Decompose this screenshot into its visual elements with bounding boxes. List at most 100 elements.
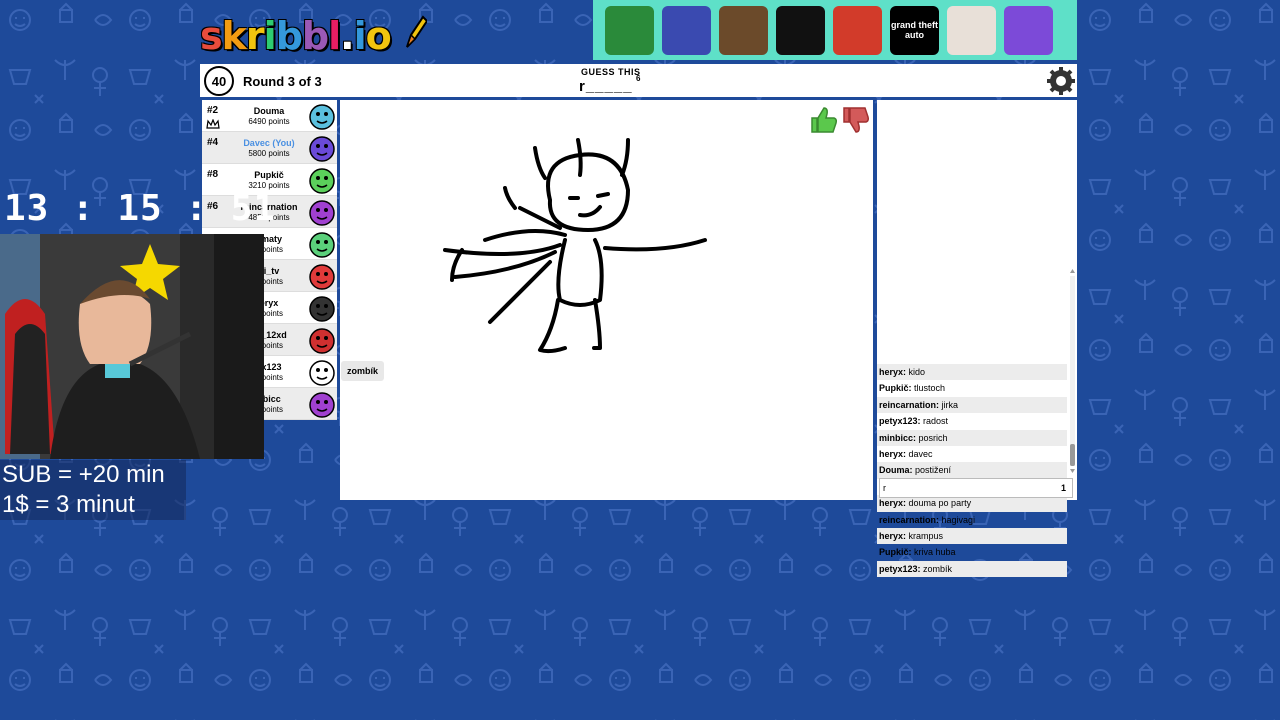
chat-text: kriva huba bbox=[914, 547, 956, 558]
player-name: Douma bbox=[253, 106, 285, 116]
thumbs-up-icon[interactable] bbox=[808, 104, 838, 134]
chat-text: posrich bbox=[918, 432, 948, 443]
chat-message: heryx: krampus bbox=[877, 527, 1067, 545]
ad-game-tile[interactable] bbox=[776, 5, 825, 55]
round-timer: 40 bbox=[204, 66, 234, 96]
player-drawing bbox=[443, 138, 707, 354]
chat-message: Douma: postižení bbox=[877, 462, 1067, 479]
chat-input-value: r bbox=[883, 483, 886, 493]
player-row[interactable]: #2 Douma 6490 points bbox=[202, 100, 337, 132]
guess-bubble: zombík bbox=[341, 361, 385, 381]
chat-user: heryx: bbox=[879, 367, 907, 377]
player-rank: #4 bbox=[207, 137, 219, 148]
thumbs-down-icon[interactable] bbox=[840, 106, 870, 136]
logo-letter: i bbox=[263, 14, 277, 58]
chat-text: tlustoch bbox=[914, 383, 946, 394]
logo-letter: skribbl.io bbox=[200, 14, 392, 58]
chat-text: kido bbox=[908, 367, 926, 377]
rating-buttons bbox=[808, 104, 872, 134]
ad-game-tile[interactable] bbox=[947, 5, 996, 55]
chat-user: heryx: bbox=[879, 448, 907, 459]
word-length: 6 bbox=[636, 74, 641, 83]
chat-message: heryx: davec bbox=[877, 446, 1067, 462]
chat-scrollbar[interactable] bbox=[1069, 268, 1076, 474]
chat-text: davec bbox=[908, 448, 933, 459]
logo-letter: l bbox=[328, 14, 341, 58]
chat-panel: heryx: kido Pupkič: tlustoch reincarnation… bbox=[877, 100, 1077, 578]
pencil-icon bbox=[405, 15, 429, 48]
player-name: Pupkič bbox=[254, 170, 284, 180]
logo-letter: r bbox=[245, 14, 265, 58]
logo-letter: i bbox=[353, 14, 367, 58]
word-hint: r_____ bbox=[579, 78, 633, 95]
chat-user: minbicc: bbox=[879, 432, 917, 443]
chat-message: reincarnation: hagivagi bbox=[877, 512, 1067, 528]
chat-text: jirka bbox=[941, 399, 959, 410]
logo-letter: s bbox=[200, 14, 223, 58]
round-indicator: Round 3 of 3 bbox=[243, 74, 322, 89]
donation-rule: 1$ = 3 minut bbox=[2, 491, 135, 518]
chat-user: heryx: bbox=[879, 498, 907, 509]
settings-gear-icon[interactable] bbox=[1046, 66, 1076, 96]
logo-letter: . bbox=[340, 14, 354, 58]
player-avatar bbox=[309, 168, 335, 194]
stream-clock: 13 : 15 : 51 bbox=[4, 188, 277, 229]
ad-game-tile[interactable] bbox=[1004, 5, 1053, 55]
ad-game-tile[interactable]: grand theft auto bbox=[890, 5, 939, 55]
chat-message: petyx123: zombík bbox=[877, 560, 1067, 578]
player-name: Davec (You) bbox=[243, 138, 295, 148]
logo-letter: o bbox=[365, 14, 392, 58]
chat-message: Pupkič: tlustoch bbox=[877, 380, 1067, 396]
streamer-webcam-image bbox=[0, 234, 264, 459]
sub-rule: SUB = +20 min bbox=[2, 461, 165, 488]
webcam-feed bbox=[0, 234, 264, 459]
logo-letter: b bbox=[301, 14, 329, 58]
player-rank: #8 bbox=[207, 169, 219, 180]
player-row[interactable]: #4 Davec (You) 5800 points bbox=[202, 132, 337, 164]
chat-message: Pupkič: kriva huba bbox=[877, 544, 1067, 560]
ad-game-label: grand theft auto bbox=[891, 20, 938, 40]
player-avatar bbox=[309, 104, 335, 130]
skribbl-logo: skribbl.io bbox=[200, 14, 429, 58]
chat-message: petyx123: radost bbox=[877, 413, 1067, 429]
chat-text: douma po party bbox=[908, 498, 972, 509]
ad-banner: grand theft auto bbox=[593, 0, 1077, 60]
ad-game-tile[interactable] bbox=[719, 5, 768, 55]
chat-user: Pupkič: bbox=[879, 383, 912, 394]
chat-char-count: 1 bbox=[1060, 483, 1066, 493]
chat-message: reincarnation: jirka bbox=[877, 396, 1067, 414]
chat-text: radost bbox=[923, 416, 949, 427]
player-avatar bbox=[309, 360, 335, 386]
chat-text: hagivagi bbox=[941, 514, 976, 525]
chat-text: postižení bbox=[915, 465, 952, 476]
guess-label: GUESS THIS bbox=[581, 67, 641, 77]
player-avatar bbox=[309, 296, 335, 322]
ad-game-tile[interactable] bbox=[605, 5, 654, 55]
chat-user: reincarnation: bbox=[879, 514, 940, 525]
chat-user: heryx: bbox=[879, 530, 907, 541]
chat-user: petyx123: bbox=[879, 416, 921, 427]
chat-messages: heryx: kido Pupkič: tlustoch reincarnation… bbox=[877, 364, 1067, 578]
logo-letter: b bbox=[275, 14, 303, 58]
crown-icon bbox=[206, 119, 220, 129]
drawing-canvas[interactable] bbox=[340, 100, 873, 500]
ad-game-tile[interactable] bbox=[833, 5, 882, 55]
player-avatar bbox=[309, 232, 335, 258]
player-rank: #2 bbox=[207, 105, 219, 116]
logo-letter: k bbox=[221, 14, 247, 58]
ad-game-tile[interactable] bbox=[662, 5, 711, 55]
chat-user: Pupkič: bbox=[879, 547, 912, 558]
player-avatar bbox=[309, 200, 335, 226]
player-points: 6490 points bbox=[248, 117, 290, 126]
player-avatar bbox=[309, 392, 335, 418]
chat-user: reincarnation: bbox=[879, 399, 940, 410]
chat-user: petyx123: bbox=[879, 563, 921, 574]
chat-user: Douma: bbox=[879, 465, 913, 476]
player-avatar bbox=[309, 328, 335, 354]
chat-text: zombík bbox=[923, 563, 953, 574]
stream-info-box: SUB = +20 min 1$ = 3 minut bbox=[0, 460, 186, 520]
game-header: 40 Round 3 of 3 GUESS THIS r_____ 6 bbox=[200, 64, 1077, 97]
chat-input[interactable]: r 1 bbox=[879, 478, 1073, 498]
player-avatar bbox=[309, 136, 335, 162]
player-points: 5800 points bbox=[248, 149, 290, 158]
